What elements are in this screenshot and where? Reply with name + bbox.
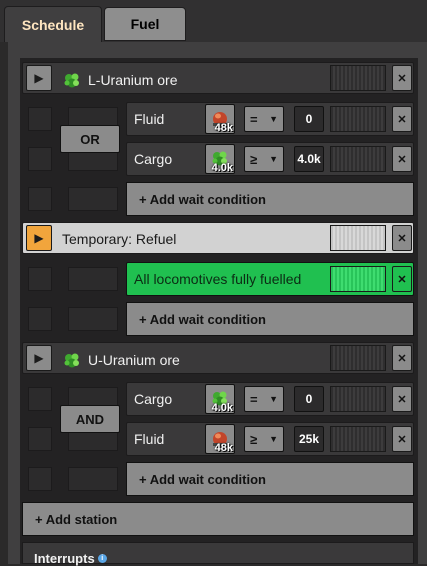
station-progress-bar (330, 345, 386, 371)
condition-type-label: Fluid (134, 111, 165, 127)
uranium-ore-icon (62, 70, 82, 90)
tab-schedule[interactable]: Schedule (4, 6, 102, 42)
add-wait-condition-button[interactable]: + Add wait condition (126, 302, 414, 336)
close-icon[interactable]: ✕ (392, 225, 412, 251)
station-progress-bar (330, 225, 386, 251)
station-name: L-Uranium ore (62, 70, 177, 90)
empty-slot (28, 267, 52, 291)
close-icon[interactable]: ✕ (392, 426, 412, 452)
add-station-button[interactable]: + Add station (22, 502, 414, 536)
constant-value-field[interactable]: 0 (294, 106, 324, 132)
chevron-down-icon: ▼ (269, 114, 278, 124)
condition-type-label: Fluid (134, 431, 165, 447)
station-name-text: U-Uranium ore (88, 352, 180, 368)
close-icon[interactable]: ✕ (392, 65, 412, 91)
station-name-text: L-Uranium ore (88, 72, 178, 88)
condition-progress-bar (330, 386, 386, 412)
empty-slot (68, 467, 118, 491)
condition-progress-bar (330, 146, 386, 172)
empty-slot (28, 427, 52, 451)
item-selector[interactable]: 4.0k (205, 384, 235, 414)
constant-value-field[interactable]: 0 (294, 386, 324, 412)
comparator-dropdown[interactable]: ≥ ▼ (244, 426, 284, 452)
close-icon[interactable]: ✕ (392, 146, 412, 172)
comparator-value: ≥ (250, 151, 258, 167)
item-count: 4.0k (211, 402, 233, 414)
comparator-dropdown[interactable]: ≥ ▼ (244, 146, 284, 172)
chevron-down-icon: ▼ (269, 434, 278, 444)
info-icon[interactable]: i (97, 554, 107, 563)
empty-slot (68, 267, 118, 291)
item-count: 4.0k (211, 162, 233, 174)
station-name: Temporary: Refuel (62, 231, 177, 247)
item-selector[interactable]: 4.0k (205, 144, 235, 174)
close-icon[interactable]: ✕ (392, 266, 412, 292)
comparator-dropdown[interactable]: = ▼ (244, 386, 284, 412)
logic-toggle-button[interactable]: AND (60, 405, 120, 433)
close-icon[interactable]: ✕ (392, 386, 412, 412)
condition-progress-bar (330, 426, 386, 452)
chevron-down-icon: ▼ (269, 394, 278, 404)
item-count: 48k (214, 442, 233, 454)
close-icon[interactable]: ✕ (392, 106, 412, 132)
add-wait-condition-button[interactable]: + Add wait condition (126, 182, 414, 216)
item-selector[interactable]: 48k (205, 424, 235, 454)
constant-value-field[interactable]: 4.0k (294, 146, 324, 172)
item-selector[interactable]: 48k (205, 104, 235, 134)
empty-slot (28, 107, 52, 131)
add-wait-condition-button[interactable]: + Add wait condition (126, 462, 414, 496)
empty-slot (68, 307, 118, 331)
comparator-dropdown[interactable]: = ▼ (244, 106, 284, 132)
empty-slot (28, 147, 52, 171)
item-count: 48k (214, 122, 233, 134)
logic-toggle-button[interactable]: OR (60, 125, 120, 153)
play-icon[interactable]: ▶ (26, 345, 52, 371)
condition-type-label: Cargo (134, 151, 173, 167)
uranium-ore-icon (62, 350, 82, 370)
empty-slot (68, 187, 118, 211)
play-icon[interactable]: ▶ (26, 65, 52, 91)
empty-slot (28, 187, 52, 211)
station-name: U-Uranium ore (62, 350, 180, 370)
comparator-value: = (250, 111, 258, 127)
close-icon[interactable]: ✕ (392, 345, 412, 371)
play-icon[interactable]: ▶ (26, 225, 52, 251)
chevron-down-icon: ▼ (269, 154, 278, 164)
condition-type-label: Cargo (134, 391, 173, 407)
station-progress-bar (330, 65, 386, 91)
constant-value-field[interactable]: 25k (294, 426, 324, 452)
condition-progress-bar (330, 106, 386, 132)
condition-type-label: All locomotives fully fuelled (134, 271, 302, 287)
empty-slot (28, 467, 52, 491)
condition-progress-bar (330, 266, 386, 292)
comparator-value: = (250, 391, 258, 407)
empty-slot (28, 307, 52, 331)
tab-fuel[interactable]: Fuel (104, 7, 186, 41)
comparator-value: ≥ (250, 431, 258, 447)
empty-slot (28, 387, 52, 411)
